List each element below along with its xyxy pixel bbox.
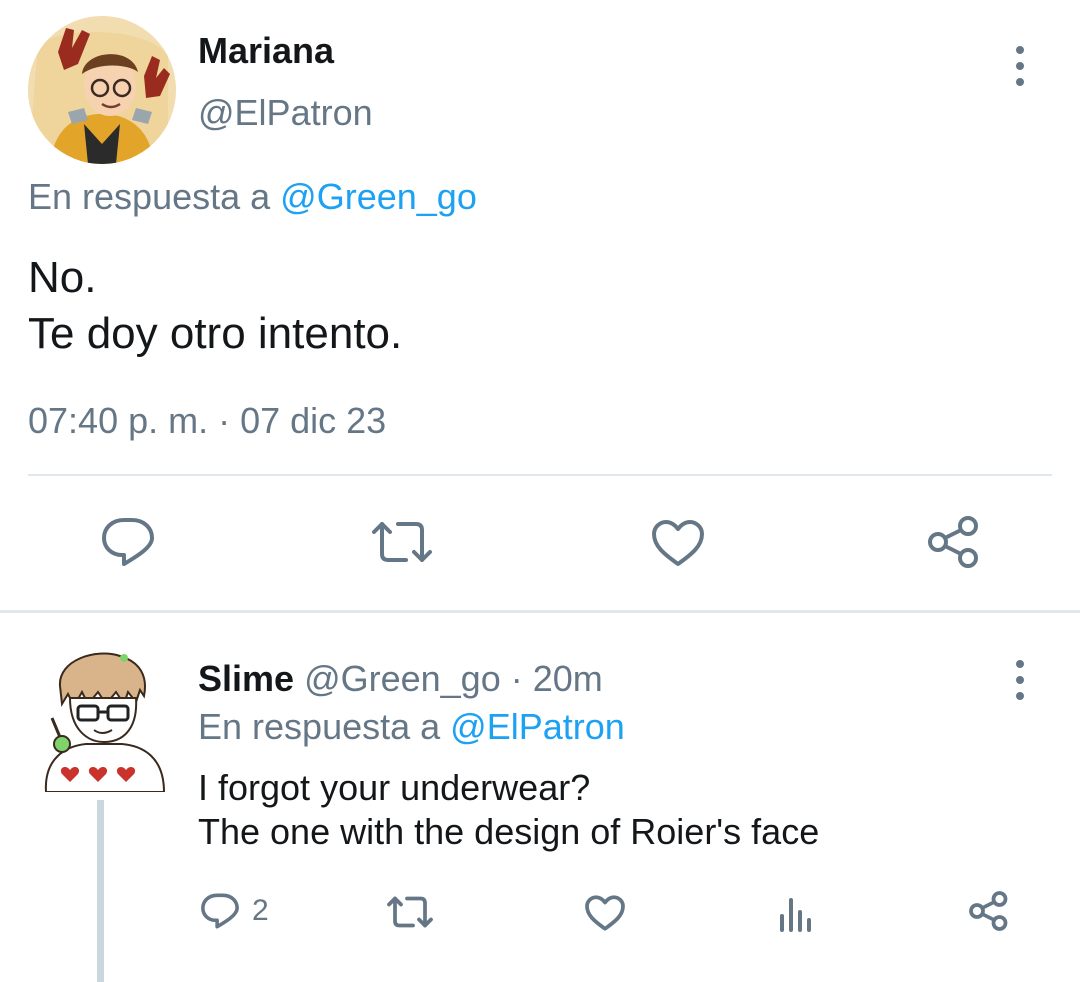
reply-text-line: The one with the design of Roier's face — [198, 811, 820, 852]
tweet-text-line: No. — [28, 253, 97, 302]
reply-author-display-name[interactable]: Slime — [198, 658, 294, 699]
reply-author-avatar[interactable] — [36, 646, 172, 792]
retweet-icon[interactable] — [370, 518, 434, 566]
reply-header: Slime @Green_go · 20m — [198, 658, 603, 700]
stats-icon[interactable] — [778, 894, 814, 932]
reply-context: En respuesta a @ElPatron — [198, 706, 625, 748]
reply-author-handle[interactable]: @Green_go — [304, 658, 501, 699]
reply-text-line: I forgot your underwear? — [198, 767, 591, 808]
retweet-icon[interactable] — [386, 894, 434, 930]
tweet-text: No. Te doy otro intento. — [28, 250, 402, 362]
like-icon[interactable] — [584, 894, 626, 932]
reply-to-link[interactable]: @ElPatron — [450, 706, 625, 747]
author-avatar[interactable] — [28, 16, 176, 164]
author-handle[interactable]: @ElPatron — [198, 92, 373, 134]
thread-line — [97, 800, 104, 982]
more-options-icon[interactable] — [1016, 46, 1024, 96]
like-icon[interactable] — [650, 518, 706, 568]
reply-prefix: En respuesta a — [28, 176, 271, 217]
divider — [0, 610, 1080, 613]
tweet-timestamp[interactable]: 07:40 p. m. · 07 dic 23 — [28, 400, 386, 442]
tweet-text-line: Te doy otro intento. — [28, 309, 403, 358]
reply-separator: · — [510, 658, 523, 699]
reply-context: En respuesta a @Green_go — [28, 176, 477, 218]
reply-to-link[interactable]: @Green_go — [280, 176, 477, 217]
share-icon[interactable] — [926, 514, 982, 570]
more-options-icon[interactable] — [1016, 660, 1024, 710]
reply-count: 2 — [252, 894, 269, 927]
divider — [28, 474, 1052, 476]
reply-icon[interactable] — [200, 892, 240, 930]
share-icon[interactable] — [968, 890, 1010, 932]
reply-text: I forgot your underwear? The one with th… — [198, 766, 819, 854]
reply-prefix: En respuesta a — [198, 706, 441, 747]
author-display-name[interactable]: Mariana — [198, 30, 334, 72]
reply-time[interactable]: 20m — [533, 658, 603, 699]
reply-icon[interactable] — [100, 516, 156, 568]
